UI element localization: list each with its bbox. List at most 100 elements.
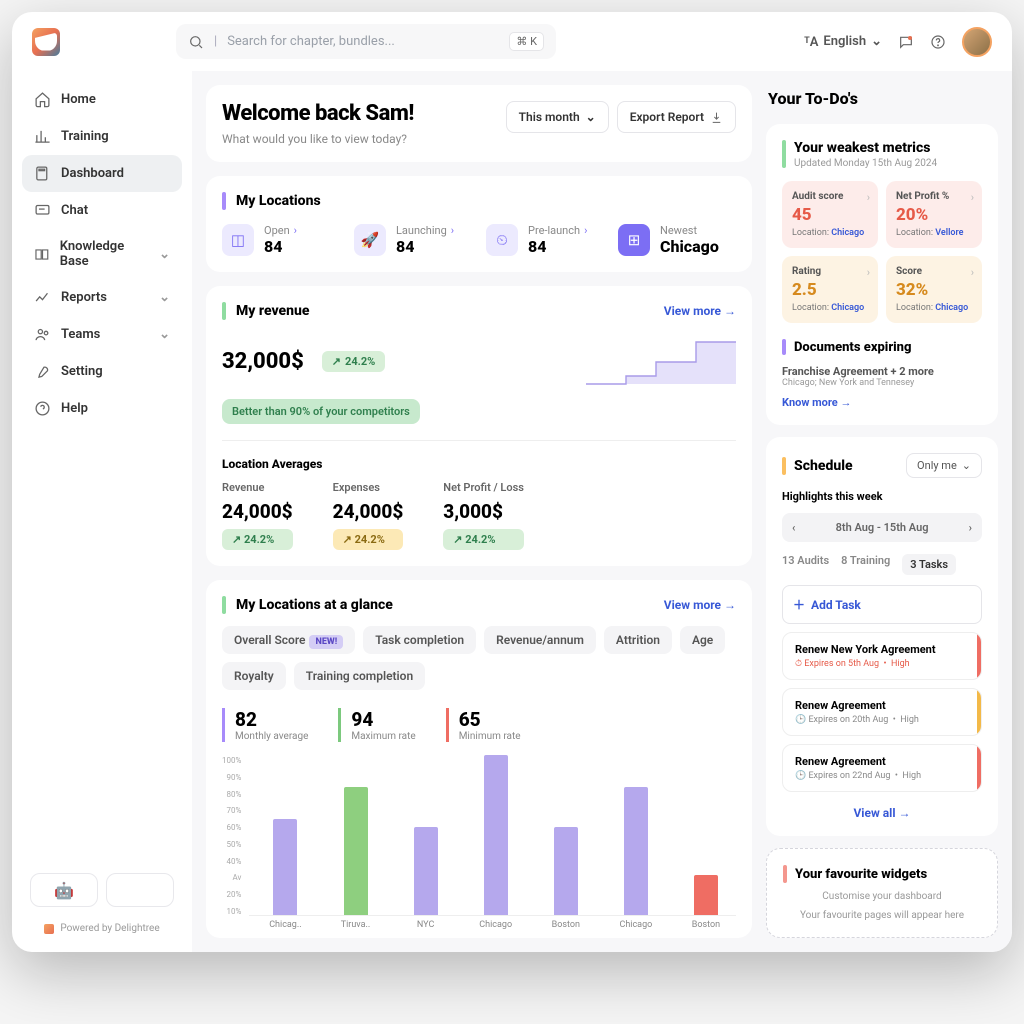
chart-icon bbox=[34, 128, 51, 145]
dashboard-icon bbox=[34, 165, 51, 182]
home-icon bbox=[34, 91, 51, 108]
metric-box[interactable]: Score32% Location: Chicago› bbox=[886, 256, 982, 323]
topbar: | Search for chapter, bundles... ⌘ K ᵀA … bbox=[12, 12, 1012, 71]
bar bbox=[344, 787, 368, 915]
search-input[interactable]: | Search for chapter, bundles... ⌘ K bbox=[176, 24, 556, 59]
user-avatar[interactable] bbox=[962, 27, 992, 57]
bar bbox=[484, 755, 508, 915]
metric-box[interactable]: Rating2.5 Location: Chicago› bbox=[782, 256, 878, 323]
brand-logo[interactable] bbox=[32, 28, 60, 56]
glance-tab[interactable]: Training completion bbox=[294, 662, 425, 690]
nav-reports[interactable]: Reports⌄ bbox=[22, 279, 182, 316]
revenue-view-more[interactable]: View more → bbox=[664, 304, 736, 318]
chevron-down-icon: ⌄ bbox=[159, 290, 170, 305]
android-button[interactable]: 🤖 bbox=[30, 873, 98, 907]
my-revenue-card: My revenue View more → 32,000$ ↗ 24.2% bbox=[206, 286, 752, 566]
nav-home[interactable]: Home bbox=[22, 81, 182, 118]
location-icon: 🚀 bbox=[354, 224, 386, 256]
chat-icon[interactable] bbox=[898, 34, 914, 50]
chevron-down-icon: ⌄ bbox=[159, 327, 170, 342]
nav-teams[interactable]: Teams⌄ bbox=[22, 316, 182, 353]
schedule-card: Schedule Only me⌄ Highlights this week ‹… bbox=[766, 437, 998, 836]
metric-box[interactable]: Net Profit %20% Location: Vellore› bbox=[886, 181, 982, 248]
chevron-down-icon: ⌄ bbox=[159, 247, 170, 262]
averages-title: Location Averages bbox=[222, 457, 736, 471]
teams-icon bbox=[34, 326, 51, 343]
favourite-widgets-card: Your favourite widgets Customise your da… bbox=[766, 848, 998, 938]
glance-tab[interactable]: Attrition bbox=[604, 626, 672, 654]
my-locations-card: My Locations ◫ Open ›84 🚀 Launching ›84 … bbox=[206, 176, 752, 272]
weakest-metrics-card: Your weakest metrics Updated Monday 15th… bbox=[766, 124, 998, 425]
locations-glance-card: My Locations at a glance View more → Ove… bbox=[206, 580, 752, 938]
chevron-down-icon: ⌄ bbox=[871, 34, 882, 49]
glance-bar-chart: 100%90%80%70%60%50%40%Av20%10% Chicag..T… bbox=[222, 756, 736, 930]
location-item[interactable]: ◫ Open ›84 bbox=[222, 224, 340, 256]
page-subtitle: What would you like to view today? bbox=[222, 132, 414, 146]
filter-button[interactable]: This month⌄ bbox=[506, 101, 609, 133]
message-icon bbox=[34, 202, 51, 219]
nav-training[interactable]: Training bbox=[22, 118, 182, 155]
export-button[interactable]: Export Report bbox=[617, 101, 736, 133]
help-icon[interactable] bbox=[930, 34, 946, 50]
revenue-delta: ↗ 24.2% bbox=[322, 351, 385, 372]
nav-setting[interactable]: Setting bbox=[22, 353, 182, 390]
page-title: Welcome back Sam! bbox=[222, 101, 414, 126]
sidebar: Home Training Dashboard Chat Knowledge B… bbox=[12, 71, 192, 952]
nav-knowledge-base[interactable]: Knowledge Base⌄ bbox=[22, 229, 182, 279]
sparkline-chart bbox=[586, 334, 736, 389]
summary-tasks[interactable]: 3 Tasks bbox=[902, 554, 956, 575]
task-item[interactable]: Renew Agreement 🕒 Expires on 20th Aug • … bbox=[782, 688, 982, 736]
glance-tab[interactable]: Overall ScoreNEW! bbox=[222, 626, 355, 654]
view-all-tasks[interactable]: View all → bbox=[782, 806, 982, 820]
location-icon: ⏲ bbox=[486, 224, 518, 256]
average-col: Net Profit / Loss3,000$ ↗ 24.2% bbox=[443, 481, 524, 550]
search-placeholder: Search for chapter, bundles... bbox=[227, 34, 395, 49]
search-icon bbox=[188, 34, 204, 50]
glance-tab[interactable]: Royalty bbox=[222, 662, 286, 690]
location-item[interactable]: 🚀 Launching ›84 bbox=[354, 224, 472, 256]
metric-box[interactable]: Audit score45 Location: Chicago› bbox=[782, 181, 878, 248]
docs-know-more[interactable]: Know more → bbox=[782, 396, 982, 409]
bar bbox=[624, 787, 648, 915]
welcome-header: Welcome back Sam! What would you like to… bbox=[206, 85, 752, 162]
bar bbox=[273, 819, 297, 915]
average-col: Expenses24,000$ ↗ 24.2% bbox=[333, 481, 404, 550]
summary-audits[interactable]: 13 Audits bbox=[782, 554, 829, 575]
todos-title: Your To-Do's bbox=[766, 85, 998, 112]
glance-view-more[interactable]: View more → bbox=[664, 598, 736, 612]
revenue-amount: 32,000$ bbox=[222, 349, 304, 374]
android-icon: 🤖 bbox=[54, 881, 74, 900]
average-col: Revenue24,000$ ↗ 24.2% bbox=[222, 481, 293, 550]
chevron-left-icon[interactable]: ‹ bbox=[792, 521, 795, 534]
apple-button[interactable] bbox=[106, 873, 174, 907]
search-kbd: ⌘ K bbox=[509, 32, 544, 51]
help-circle-icon bbox=[34, 400, 51, 417]
bar bbox=[414, 827, 438, 915]
nav-chat[interactable]: Chat bbox=[22, 192, 182, 229]
schedule-filter[interactable]: Only me⌄ bbox=[906, 453, 982, 478]
summary-training[interactable]: 8 Training bbox=[841, 554, 890, 575]
task-item[interactable]: Renew Agreement 🕒 Expires on 22nd Aug • … bbox=[782, 744, 982, 792]
glance-tab[interactable]: Task completion bbox=[363, 626, 476, 654]
location-icon: ⊞ bbox=[618, 224, 650, 256]
powered-by: Powered by Delightree bbox=[30, 923, 174, 934]
bar bbox=[554, 827, 578, 915]
chevron-right-icon[interactable]: › bbox=[969, 521, 972, 534]
glance-tab[interactable]: Revenue/annum bbox=[484, 626, 596, 654]
location-item[interactable]: ⊞ Newest Chicago bbox=[618, 224, 736, 256]
nav-help[interactable]: Help bbox=[22, 390, 182, 427]
add-task-button[interactable]: ＋Add Task bbox=[782, 585, 982, 624]
bar bbox=[694, 875, 718, 915]
task-item[interactable]: Renew New York Agreement ⏱ Expires on 5t… bbox=[782, 632, 982, 680]
date-range-picker[interactable]: ‹ 8th Aug - 15th Aug › bbox=[782, 513, 982, 542]
revenue-comparison: Better than 90% of your competitors bbox=[222, 399, 420, 424]
location-item[interactable]: ⏲ Pre-launch ›84 bbox=[486, 224, 604, 256]
chevron-down-icon: ⌄ bbox=[586, 110, 596, 124]
glance-tab[interactable]: Age bbox=[680, 626, 725, 654]
wrench-icon bbox=[34, 363, 51, 380]
location-icon: ◫ bbox=[222, 224, 254, 256]
plus-icon: ＋ bbox=[793, 596, 805, 613]
language-toggle[interactable]: ᵀA English ⌄ bbox=[804, 34, 882, 50]
book-icon bbox=[34, 246, 50, 263]
nav-dashboard[interactable]: Dashboard bbox=[22, 155, 182, 192]
